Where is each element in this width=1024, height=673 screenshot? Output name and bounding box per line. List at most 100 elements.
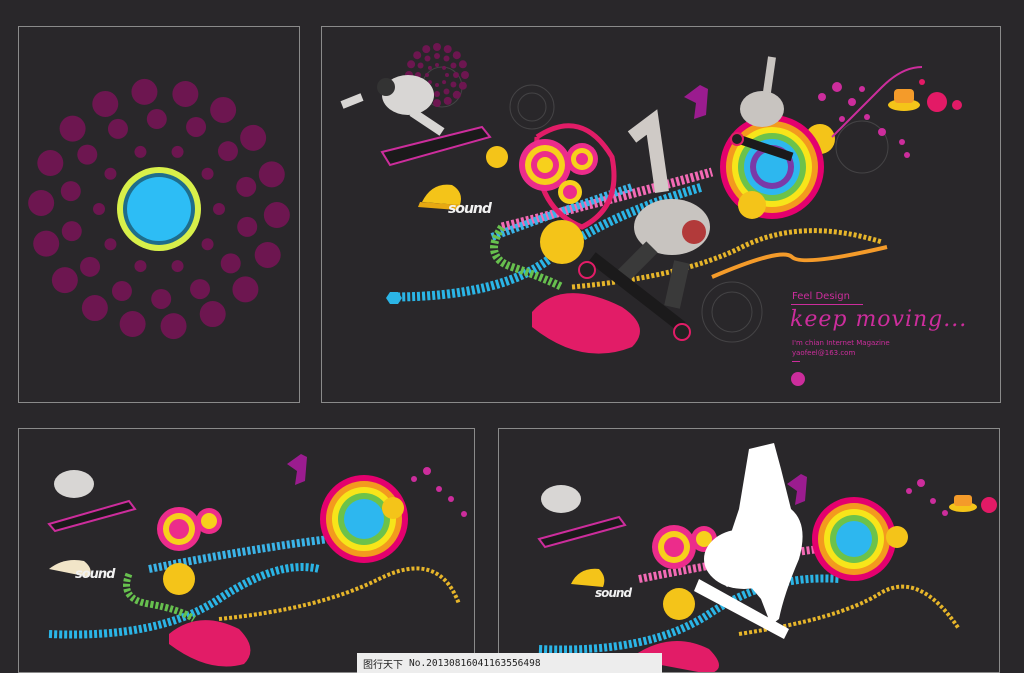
center-cyan-disc xyxy=(127,177,191,241)
decor-dot xyxy=(450,62,457,69)
decor-dot xyxy=(172,80,199,107)
decor-dot xyxy=(220,253,241,274)
hat-icon-right xyxy=(888,89,920,111)
decor-dot xyxy=(60,181,81,202)
variant-artwork xyxy=(47,454,467,667)
decor-dot xyxy=(186,116,207,137)
decor-dot xyxy=(104,167,117,180)
decor-dot xyxy=(111,281,132,302)
decor-dot xyxy=(232,276,259,303)
decor-dot xyxy=(61,221,82,242)
decor-dot xyxy=(131,78,158,105)
decor-dot xyxy=(199,301,226,328)
decor-dot xyxy=(453,72,459,78)
decor-dot xyxy=(443,55,450,62)
decor-dot xyxy=(427,65,432,70)
decor-dot xyxy=(81,295,108,322)
swirl-logo-icon xyxy=(791,372,805,386)
decor-dot xyxy=(171,260,184,273)
decor-dot xyxy=(433,43,441,51)
decor-dot xyxy=(201,238,214,251)
decor-dot xyxy=(104,238,117,251)
decor-dot xyxy=(417,62,424,69)
watermark-bar: 图行天下 No.20130816041163556498 xyxy=(357,653,662,673)
decor-dot xyxy=(254,241,281,268)
sound-lettering: sound xyxy=(595,586,632,600)
decor-dot xyxy=(107,118,128,139)
soccer-ball xyxy=(540,220,584,264)
decor-dot xyxy=(452,90,461,99)
decor-dot xyxy=(237,216,258,237)
variant-artwork xyxy=(537,443,997,672)
keep-moving-headline: keep moving... xyxy=(790,307,968,332)
decor-dot xyxy=(445,73,449,77)
decor-dot xyxy=(461,71,469,79)
decor-dot xyxy=(413,51,422,60)
watermark-number: No.20130816041163556498 xyxy=(409,657,541,669)
decor-dot xyxy=(435,63,439,67)
email-underline xyxy=(792,361,800,362)
decor-dot xyxy=(33,230,60,257)
decor-dot xyxy=(210,96,237,123)
decor-dot xyxy=(190,279,211,300)
decor-dot xyxy=(452,51,461,60)
decor-dot xyxy=(134,145,147,158)
sound-lettering: sound xyxy=(75,567,115,582)
decor-dot xyxy=(435,83,439,87)
feel-design-label: Feel Design xyxy=(792,291,850,302)
decor-dot xyxy=(51,267,78,294)
decor-dot xyxy=(422,45,431,54)
decor-dot xyxy=(37,150,64,177)
email-text: yaofeel@163.com xyxy=(792,349,856,357)
decor-dot xyxy=(119,311,146,338)
byline-text: I'm chian Internet Magazine xyxy=(792,339,890,347)
decor-dot xyxy=(28,189,55,216)
yellow-ball xyxy=(738,191,766,219)
decor-dot xyxy=(217,141,238,162)
decor-dot xyxy=(201,167,214,180)
watermark-site: 图行天下 xyxy=(363,659,403,671)
decor-dot xyxy=(407,60,416,69)
decor-dot xyxy=(433,99,441,107)
poster-variant-rainbow: sound xyxy=(18,428,475,673)
dots-circle-panel xyxy=(18,26,300,403)
decor-dot xyxy=(146,109,167,130)
decor-dot xyxy=(236,176,257,197)
decor-dot xyxy=(434,53,440,59)
decor-dot xyxy=(77,144,98,165)
decor-dot xyxy=(263,202,290,229)
decor-dot xyxy=(443,96,452,105)
rainbow-target xyxy=(720,115,824,219)
decor-dot xyxy=(134,260,147,273)
decor-dot xyxy=(160,313,187,340)
decor-dot xyxy=(92,90,119,117)
purple-arrow-shape xyxy=(684,85,708,119)
decor-dot xyxy=(171,145,184,158)
decor-dot xyxy=(93,203,105,215)
keep-moving-poster: sound Feel Design keep moving... I'm chi… xyxy=(321,26,1001,403)
pink-swoosh xyxy=(532,293,640,354)
decor-dot xyxy=(151,288,172,309)
feel-design-underline xyxy=(791,304,863,305)
decor-dot xyxy=(240,124,267,151)
decor-dot xyxy=(80,256,101,277)
decor-dot xyxy=(424,55,431,62)
decor-dot xyxy=(442,80,447,85)
decor-dot xyxy=(434,91,440,97)
decor-dot xyxy=(458,81,467,90)
dots-circle-graphic xyxy=(28,78,290,340)
decor-dot xyxy=(213,203,225,215)
poster-variant-silhouette: sound xyxy=(498,428,1000,673)
poster-artwork xyxy=(340,43,962,386)
decor-dot xyxy=(443,45,452,54)
small-ball xyxy=(486,146,508,168)
decor-dot xyxy=(450,81,457,88)
flower-branch xyxy=(818,79,962,158)
decor-dot xyxy=(458,60,467,69)
decor-dot xyxy=(258,161,285,188)
sound-lettering: sound xyxy=(448,201,492,217)
decor-dot xyxy=(425,73,429,77)
target-circles xyxy=(519,139,598,204)
decor-dot xyxy=(59,115,86,142)
decor-dot xyxy=(442,65,447,70)
